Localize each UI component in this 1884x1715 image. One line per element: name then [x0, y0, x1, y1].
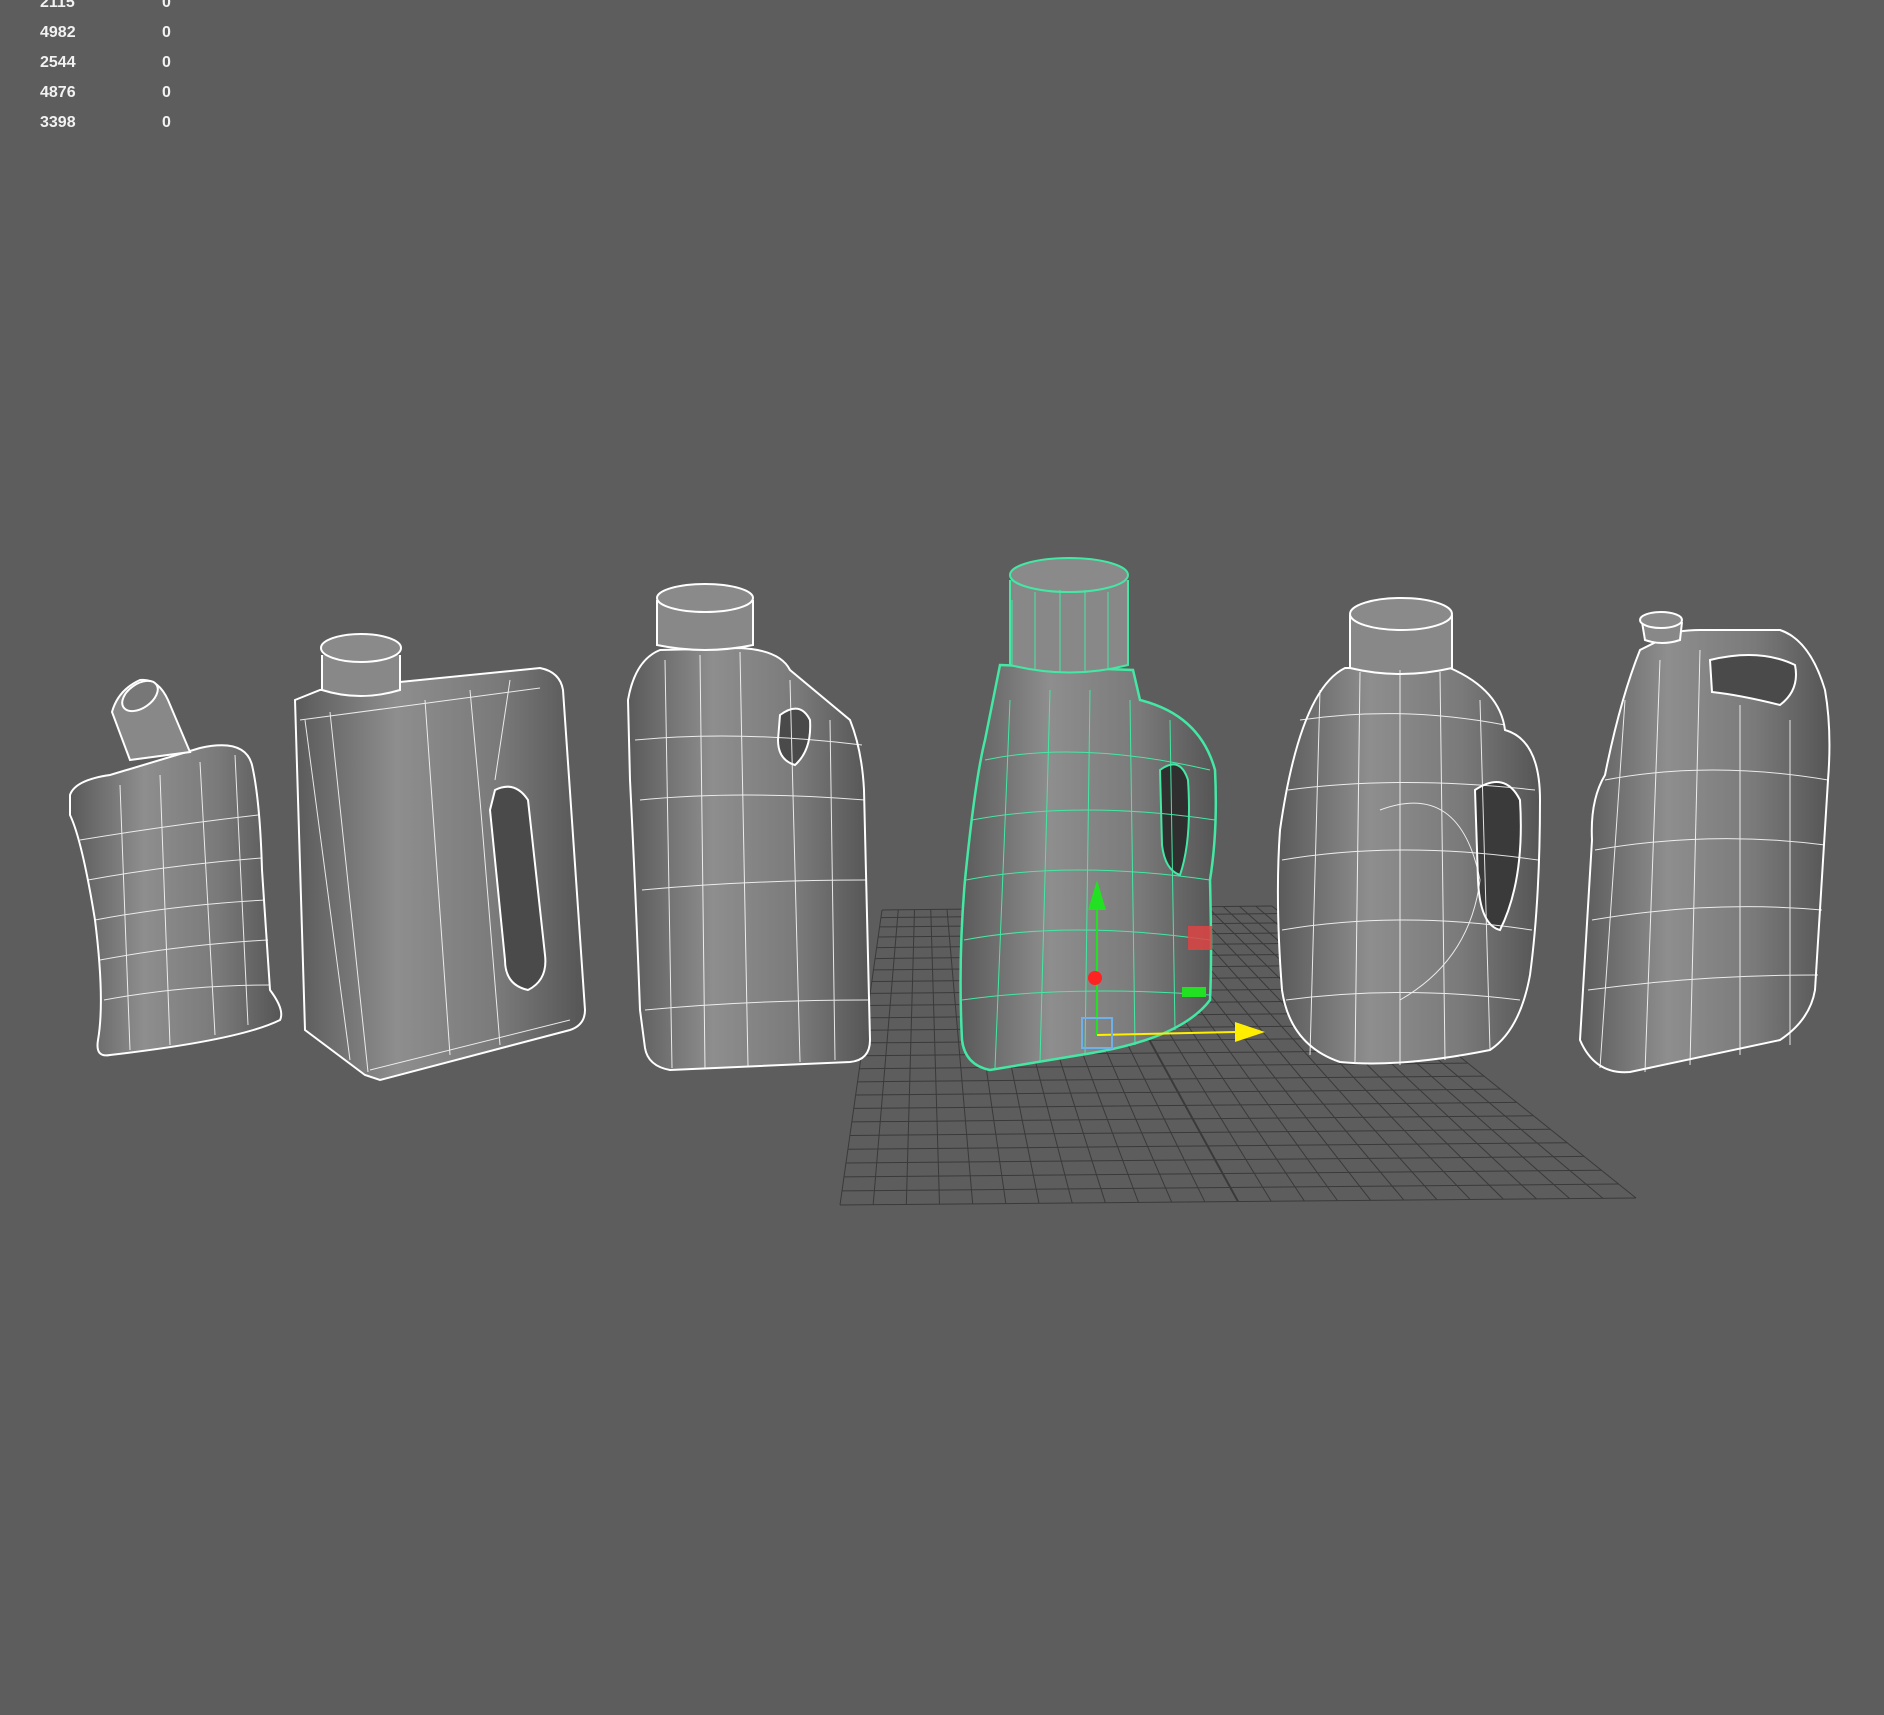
hud-value-a: 2544 — [40, 54, 76, 71]
grid-line — [851, 1115, 1534, 1123]
bottle-5-cap — [1349, 597, 1453, 631]
hud-value-a: 4982 — [40, 24, 76, 41]
grid-line — [842, 1183, 1619, 1192]
gizmo-z-axis-handle[interactable] — [1088, 971, 1102, 985]
3d-viewport[interactable]: 2115 0 4982 0 2544 0 4876 0 3398 0 — [0, 0, 1884, 1710]
hud-value-b: 0 — [162, 84, 171, 101]
bottle-4-neck — [1009, 580, 1129, 674]
scene-canvas[interactable] — [0, 0, 1884, 1710]
grid-line — [843, 1169, 1602, 1178]
bottle-2-body — [293, 666, 587, 1082]
bottle-4-handle-hole — [1158, 763, 1190, 877]
bottle-2-rectangular-jug[interactable] — [293, 633, 587, 1082]
grid-line — [847, 1142, 1568, 1150]
grid-line — [872, 909, 899, 1205]
gizmo-xz-plane-handle[interactable] — [1188, 926, 1212, 950]
grid-line — [849, 1128, 1551, 1136]
bottle-1-toilet-cleaner[interactable] — [69, 675, 283, 1057]
bottle-3-detergent[interactable] — [626, 583, 872, 1072]
grid-line — [930, 909, 940, 1205]
grid-line — [839, 1197, 1637, 1206]
gizmo-xy-plane-handle[interactable] — [1182, 987, 1206, 997]
bottle-2-cap — [320, 633, 402, 663]
bottle-4-cap — [1009, 557, 1129, 593]
hud-value-b: 0 — [162, 54, 171, 71]
grid-line — [853, 1101, 1517, 1109]
grid-line — [845, 1155, 1585, 1164]
bottle-6-canister-jug[interactable] — [1578, 611, 1831, 1074]
bottle-6-body — [1578, 629, 1831, 1074]
bottle-3-cap — [656, 583, 754, 613]
hud-value-b: 0 — [162, 114, 171, 131]
hud-value-a: 4876 — [40, 84, 76, 101]
bottle-3-body — [626, 646, 872, 1072]
bottle-1-body — [69, 744, 283, 1057]
bottle-6-cap — [1639, 611, 1683, 629]
hud-value-b: 0 — [162, 0, 171, 11]
bottle-5-detergent-jug[interactable] — [1276, 597, 1542, 1065]
hud-value-a: 3398 — [40, 114, 76, 131]
hud-value-b: 0 — [162, 24, 171, 41]
bottle-4-selected[interactable] — [959, 557, 1218, 1072]
hud-value-a: 2115 — [40, 0, 75, 11]
grid-line — [905, 909, 915, 1205]
